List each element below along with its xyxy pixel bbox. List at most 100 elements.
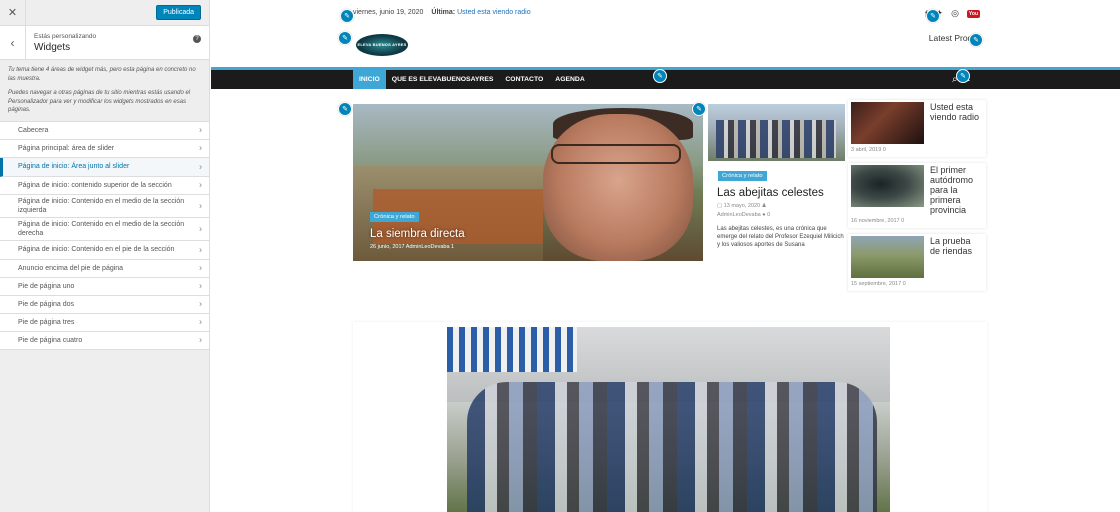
- widget-area-list: Cabecera › Página principal: área de slide…: [0, 120, 209, 350]
- nav-item[interactable]: INICIO: [353, 70, 386, 89]
- widget-area-item[interactable]: Página de inicio: Contenido en el medio …: [0, 194, 209, 218]
- recent-post-item: El primer autódromo para la primera prov…: [848, 163, 986, 228]
- section-title-block: Estás personalizando Widgets: [26, 33, 96, 53]
- recent-post-item: Usted esta viendo radio 3 abril, 2019 0: [848, 100, 986, 157]
- site-preview: viernes, junio 19, 2020 Última: Usted es…: [211, 0, 1120, 512]
- widget-area-label: Página de inicio: Contenido en el pie de…: [18, 246, 175, 253]
- description-paragraph-2: Puedes navegar a otras páginas de tu sit…: [8, 90, 191, 113]
- customizing-label: Estás personalizando: [34, 32, 97, 40]
- instagram-icon[interactable]: ◎: [951, 8, 959, 19]
- widget-area-item[interactable]: Página de inicio: contenido superior de …: [0, 176, 209, 195]
- section-description: Tu tema tiene 4 áreas de widget más, per…: [0, 60, 209, 115]
- latest-label: Última:: [431, 9, 456, 16]
- edit-shortcut-icon[interactable]: ✎: [956, 69, 970, 83]
- current-date: viernes, junio 19, 2020: [353, 9, 424, 16]
- back-arrow-icon[interactable]: ‹: [0, 25, 26, 60]
- nav-menu: INICIO QUE ES ELEVABUENOSAYRES CONTACTO AGE…: [353, 70, 591, 89]
- widget-area-label: Página de inicio: Contenido en el medio …: [18, 220, 185, 237]
- edit-shortcut-icon[interactable]: ✎: [653, 69, 667, 83]
- user-icon: ♟: [761, 203, 767, 209]
- widget-area-item[interactable]: Pie de página tres ›: [0, 313, 209, 332]
- chevron-right-icon: ›: [199, 161, 202, 171]
- close-icon[interactable]: ✕: [0, 0, 26, 26]
- edit-shortcut-icon[interactable]: ✎: [338, 31, 352, 45]
- widget-area-label: Página de inicio: Área junto al slider: [18, 163, 130, 170]
- post-date: 13 mayo, 2020: [723, 203, 761, 209]
- featured-category-badge[interactable]: Crónica y relato: [370, 212, 419, 222]
- widget-area-item[interactable]: Página de inicio: Contenido en el medio …: [0, 217, 209, 241]
- edit-shortcut-icon[interactable]: ✎: [692, 102, 706, 116]
- post-author[interactable]: AdminLeoDevaba: [717, 212, 761, 218]
- edit-shortcut-icon[interactable]: ✎: [926, 9, 940, 23]
- chevron-right-icon: ›: [199, 223, 202, 233]
- highlight-post-meta: ▢ 13 mayo, 2020 ♟ AdminLeoDevaba ● 0: [717, 202, 845, 220]
- customizer-sidebar: ✕ Publicada ‹ Estás personalizando Widge…: [0, 0, 210, 512]
- widget-area-label: Página principal: área de slider: [18, 144, 115, 152]
- featured-image-face: [543, 114, 693, 261]
- latest-post-link[interactable]: Usted esta viendo radio: [457, 9, 531, 16]
- widget-area-item[interactable]: Pie de página cuatro ›: [0, 331, 209, 350]
- recent-post-meta: 3 abril, 2019 0: [851, 147, 886, 153]
- customizer-topbar: ✕ Publicada: [0, 0, 209, 26]
- edit-shortcut-icon[interactable]: ✎: [969, 33, 983, 47]
- youtube-icon[interactable]: You: [966, 9, 980, 18]
- chevron-right-icon: ›: [199, 334, 202, 345]
- widget-area-item[interactable]: Pie de página uno ›: [0, 277, 209, 296]
- featured-title[interactable]: La siembra directa: [370, 228, 465, 240]
- recent-post-thumbnail[interactable]: [851, 165, 924, 207]
- chevron-right-icon: ›: [199, 262, 202, 273]
- widget-area-item[interactable]: Cabecera ›: [0, 121, 209, 140]
- widget-area-label: Pie de página dos: [18, 300, 75, 308]
- highlight-post-excerpt: Las abejitas celestes, es una crónica qu…: [717, 226, 844, 248]
- nav-item[interactable]: AGENDA: [549, 70, 590, 89]
- widget-area-label: Pie de página cuatro: [18, 336, 83, 344]
- widget-area-item[interactable]: Página principal: área de slider ›: [0, 139, 209, 158]
- widget-area-item[interactable]: Pie de página dos ›: [0, 295, 209, 314]
- recent-post-item: La prueba de riendas 15 septiembre, 2017 …: [848, 234, 986, 291]
- image-crowd: [467, 382, 877, 512]
- thumbnail-people: [716, 120, 836, 158]
- comment-icon: ●: [762, 212, 766, 218]
- featured-slider[interactable]: Crónica y relato La siembra directa 26 j…: [353, 104, 703, 261]
- featured-image-glasses: [551, 144, 681, 164]
- widget-area-label: Página de inicio: contenido superior de …: [18, 181, 172, 189]
- lower-section-image[interactable]: [447, 327, 890, 512]
- widget-area-label: Pie de página uno: [18, 282, 75, 290]
- chevron-right-icon: ›: [199, 124, 202, 135]
- highlight-post-category[interactable]: Crónica y relato: [718, 171, 767, 181]
- recent-posts-list: Usted esta viendo radio 3 abril, 2019 0 El…: [848, 100, 986, 297]
- highlight-post-thumbnail[interactable]: [708, 104, 845, 161]
- nav-item[interactable]: CONTACTO: [499, 70, 549, 89]
- nav-item[interactable]: QUE ES ELEVABUENOSAYRES: [386, 70, 500, 89]
- edit-shortcut-icon[interactable]: ✎: [338, 102, 352, 116]
- widget-area-label: Anuncio encima del pie de página: [18, 264, 124, 272]
- section-header: ‹ Estás personalizando Widgets ?: [0, 25, 209, 60]
- chevron-right-icon: ›: [199, 200, 202, 210]
- featured-meta: 26 junio, 2017 AdminLeoDevaba 1: [370, 244, 455, 250]
- widget-area-label: Cabecera: [18, 126, 49, 134]
- chevron-right-icon: ›: [199, 316, 202, 327]
- date-bar: viernes, junio 19, 2020 Última: Usted es…: [353, 9, 531, 16]
- recent-post-thumbnail[interactable]: [851, 236, 924, 278]
- highlight-post-title[interactable]: Las abejitas celestes: [717, 187, 845, 199]
- help-icon[interactable]: ?: [193, 35, 201, 43]
- screen: ✕ Publicada ‹ Estás personalizando Widge…: [0, 0, 1120, 512]
- description-paragraph-1: Tu tema tiene 4 áreas de widget más, per…: [8, 67, 196, 82]
- widget-area-label: Página de inicio: Contenido en el medio …: [18, 197, 185, 214]
- chevron-right-icon: ›: [199, 179, 202, 190]
- site-logo[interactable]: ELEVA BUENOS AYRES: [356, 34, 408, 56]
- section-title: Widgets: [34, 41, 71, 53]
- recent-post-thumbnail[interactable]: [851, 102, 924, 144]
- widget-area-item[interactable]: Anuncio encima del pie de página ›: [0, 259, 209, 278]
- edit-shortcut-icon[interactable]: ✎: [340, 9, 354, 23]
- image-awning: [447, 327, 577, 372]
- chevron-right-icon: ›: [199, 142, 202, 153]
- post-comments: 0: [767, 212, 771, 218]
- widget-area-item[interactable]: Página de inicio: Contenido en el pie de…: [0, 240, 209, 260]
- publish-button[interactable]: Publicada: [156, 5, 201, 20]
- chevron-right-icon: ›: [199, 298, 202, 309]
- widget-area-item[interactable]: Página de inicio: Área junto al slider ›: [0, 157, 209, 177]
- chevron-right-icon: ›: [199, 244, 202, 254]
- chevron-right-icon: ›: [199, 280, 202, 291]
- calendar-icon: ▢: [717, 203, 723, 209]
